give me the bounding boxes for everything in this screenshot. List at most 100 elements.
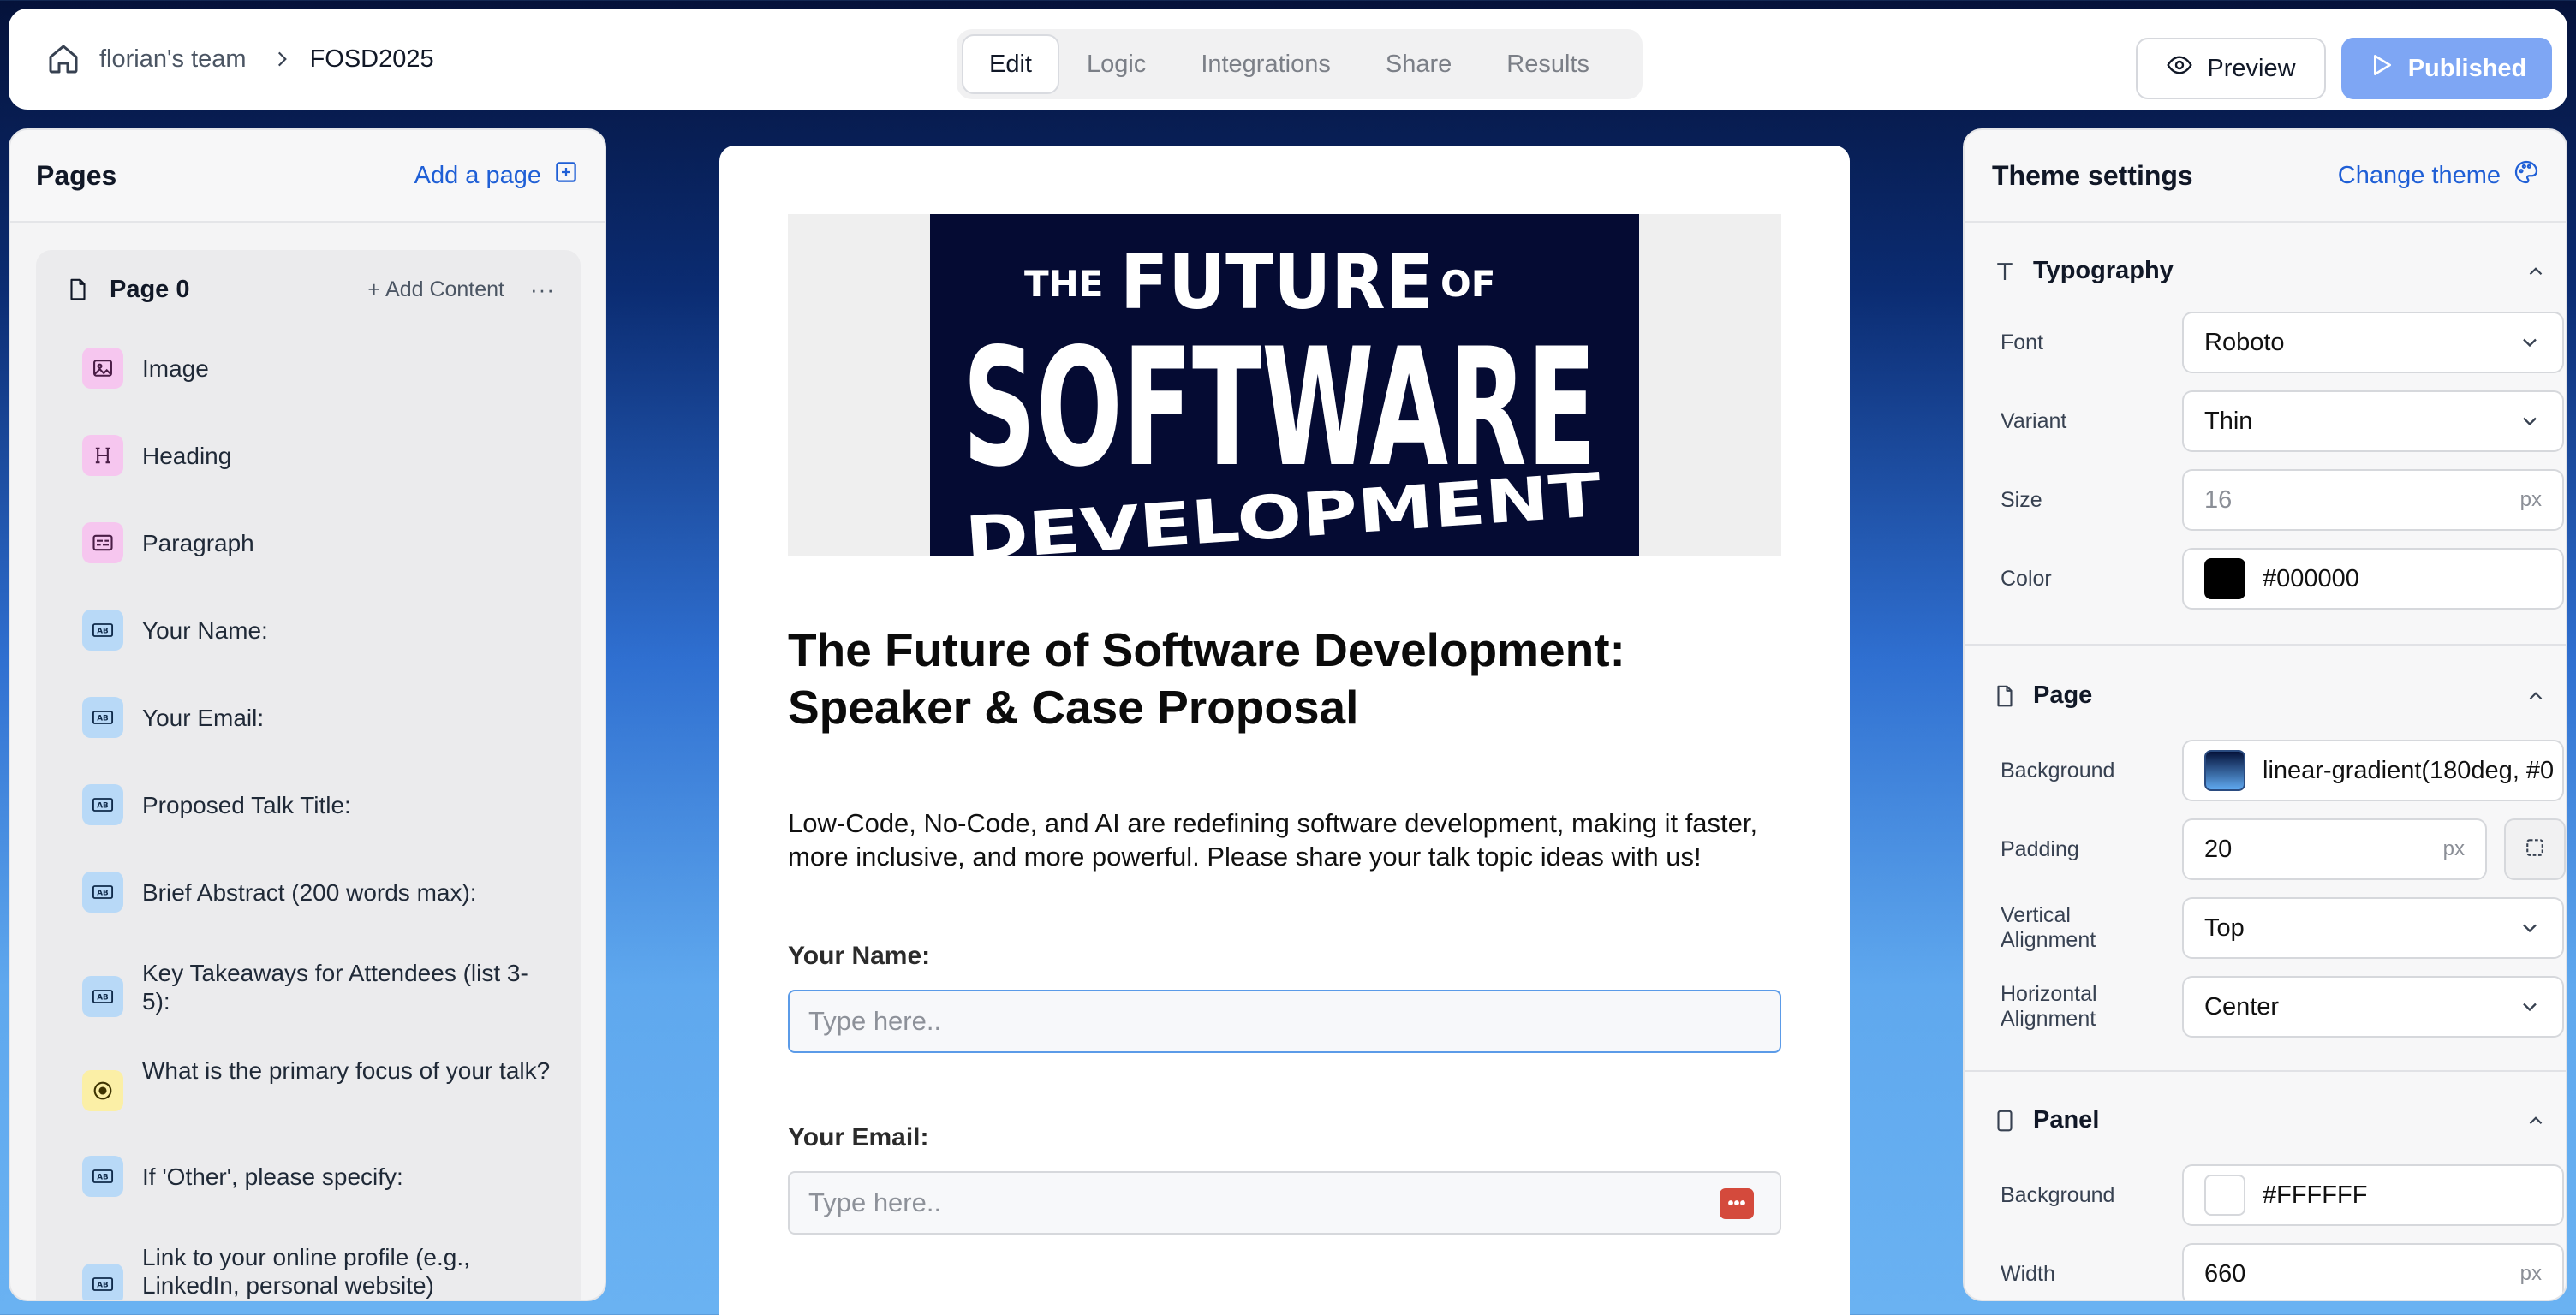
email-label: Your Email:: [788, 1123, 929, 1151]
item-label: Link to your online profile (e.g., Linke…: [142, 1244, 470, 1299]
tab-results[interactable]: Results: [1479, 34, 1617, 94]
typography-title: Typography: [2033, 257, 2174, 284]
list-item[interactable]: AB If 'Other', please specify:: [82, 1156, 562, 1197]
chevron-down-icon: [2518, 330, 2542, 354]
color-label: Color: [2001, 566, 2052, 591]
text-field-icon: AB: [82, 784, 123, 825]
add-content-button[interactable]: + Add Content: [367, 277, 504, 302]
email-input[interactable]: Type here.. •••: [788, 1171, 1781, 1235]
item-label: Key Takeaways for Attendees (list 3-5):: [142, 960, 528, 1015]
svg-text:AB: AB: [97, 994, 109, 1003]
file-icon: [1992, 683, 2018, 709]
expand-sides-icon: [2522, 835, 2548, 865]
home-icon[interactable]: [46, 42, 80, 76]
form-title: The Future of Software Development: Spea…: [788, 623, 1625, 734]
file-icon: [65, 277, 91, 302]
preview-button[interactable]: Preview: [2136, 38, 2326, 99]
list-item[interactable]: AB Proposed Talk Title:: [82, 784, 562, 825]
password-manager-icon[interactable]: •••: [1720, 1188, 1754, 1219]
list-item[interactable]: AB Your Email:: [82, 697, 562, 738]
tab-logic[interactable]: Logic: [1059, 34, 1173, 94]
add-page-label: Add a page: [414, 161, 541, 189]
item-label: Image: [142, 354, 209, 382]
theme-settings-panel: Theme settings Change theme Typography F…: [1963, 128, 2567, 1301]
padding-unit: px: [2442, 837, 2465, 860]
list-item[interactable]: What is the primary focus of your talk?: [82, 1056, 562, 1111]
change-theme-button[interactable]: Change theme: [2338, 158, 2540, 193]
list-item[interactable]: Image: [82, 348, 562, 389]
more-options-button[interactable]: ···: [530, 277, 555, 303]
panel-background-label: Background: [2001, 1182, 2115, 1207]
published-button[interactable]: Published: [2341, 38, 2552, 99]
page-row[interactable]: Page 0 + Add Content ···: [36, 250, 581, 329]
size-row: Size 16 px: [2001, 469, 2564, 531]
chevron-down-icon: [2518, 916, 2542, 940]
panel-width-unit: px: [2519, 1262, 2542, 1285]
add-page-button[interactable]: Add a page: [414, 159, 579, 192]
type-icon: [1992, 259, 2018, 284]
add-content-label: Add Content: [385, 277, 505, 301]
gradient-swatch[interactable]: [2204, 750, 2245, 791]
tab-share[interactable]: Share: [1358, 34, 1479, 94]
panel-section-title: Panel: [2033, 1106, 2100, 1134]
panel-icon: [1992, 1108, 2018, 1134]
variant-select[interactable]: Thin: [2182, 390, 2564, 452]
panel-width-row: Width 660 px: [2001, 1243, 2564, 1300]
white-swatch[interactable]: [2204, 1175, 2245, 1216]
change-theme-label: Change theme: [2337, 161, 2501, 189]
list-item[interactable]: AB Your Name:: [82, 610, 562, 651]
tab-integrations[interactable]: Integrations: [1173, 34, 1358, 94]
name-label: Your Name:: [788, 942, 931, 970]
chevron-up-icon: [2525, 260, 2547, 283]
form-description: Low-Code, No-Code, and AI are redefining…: [788, 808, 1758, 872]
horizontal-alignment-label: Horizontal Alignment: [2001, 982, 2097, 1031]
breadcrumb: florian's team FOSD2025: [46, 9, 434, 110]
padding-value: 20: [2204, 835, 2233, 863]
item-label: If 'Other', please specify:: [142, 1163, 403, 1190]
page-background-input[interactable]: linear-gradient(180deg, #0: [2182, 740, 2564, 801]
panel-width-label: Width: [2001, 1261, 2055, 1286]
chevron-up-icon: [2525, 1110, 2547, 1132]
list-item[interactable]: AB Brief Abstract (200 words max):: [82, 872, 562, 913]
font-row: Font Roboto: [2001, 312, 2564, 373]
item-label: What is the primary focus of your talk?: [142, 1057, 551, 1084]
padding-sides-button[interactable]: [2504, 818, 2566, 880]
list-item[interactable]: Heading: [82, 435, 562, 476]
horizontal-alignment-value: Center: [2204, 992, 2280, 1020]
horizontal-alignment-select[interactable]: Center: [2182, 976, 2564, 1038]
panel-section-header[interactable]: Panel: [1992, 1106, 2547, 1134]
chevron-right-icon: [271, 48, 293, 70]
banner-of: OF: [1440, 263, 1495, 305]
color-input[interactable]: #000000: [2182, 548, 2564, 610]
page-name: Page 0: [110, 275, 190, 303]
name-input[interactable]: Type here..: [788, 990, 1781, 1053]
vertical-alignment-label: Vertical Alignment: [2001, 903, 2096, 952]
breadcrumb-team[interactable]: florian's team: [99, 45, 247, 74]
banner-the: THE: [1024, 263, 1104, 305]
list-item[interactable]: AB Link to your online profile (e.g., Li…: [82, 1243, 562, 1300]
list-item[interactable]: AB Key Takeaways for Attendees (list 3-5…: [82, 959, 562, 1017]
list-item[interactable]: Paragraph: [82, 522, 562, 563]
padding-input[interactable]: 20 px: [2182, 818, 2487, 880]
vertical-alignment-select[interactable]: Top: [2182, 897, 2564, 959]
size-input[interactable]: 16 px: [2182, 469, 2564, 531]
svg-text:AB: AB: [97, 802, 109, 811]
page-background-row: Background linear-gradient(180deg, #0: [2001, 740, 2564, 801]
breadcrumb-project[interactable]: FOSD2025: [310, 45, 434, 74]
email-placeholder: Type here..: [808, 1187, 942, 1217]
chevron-down-icon: [2518, 409, 2542, 433]
tab-edit[interactable]: Edit: [962, 34, 1059, 94]
page-section-header[interactable]: Page: [1992, 681, 2547, 710]
typography-section-header[interactable]: Typography: [1992, 257, 2547, 285]
panel-width-input[interactable]: 660 px: [2182, 1243, 2564, 1300]
chevron-down-icon: [2518, 995, 2542, 1019]
text-field-icon: AB: [82, 1264, 123, 1300]
item-label: Proposed Talk Title:: [142, 791, 351, 818]
banner-art: THE FUTURE OF SOFTWARE DEVELOPMENT: [930, 214, 1639, 556]
color-swatch[interactable]: [2204, 558, 2245, 599]
banner-image[interactable]: THE FUTURE OF SOFTWARE DEVELOPMENT: [788, 214, 1781, 556]
variant-value: Thin: [2204, 407, 2253, 435]
variant-label: Variant: [2001, 408, 2067, 433]
font-select[interactable]: Roboto: [2182, 312, 2564, 373]
panel-background-input[interactable]: #FFFFFF: [2182, 1164, 2564, 1226]
